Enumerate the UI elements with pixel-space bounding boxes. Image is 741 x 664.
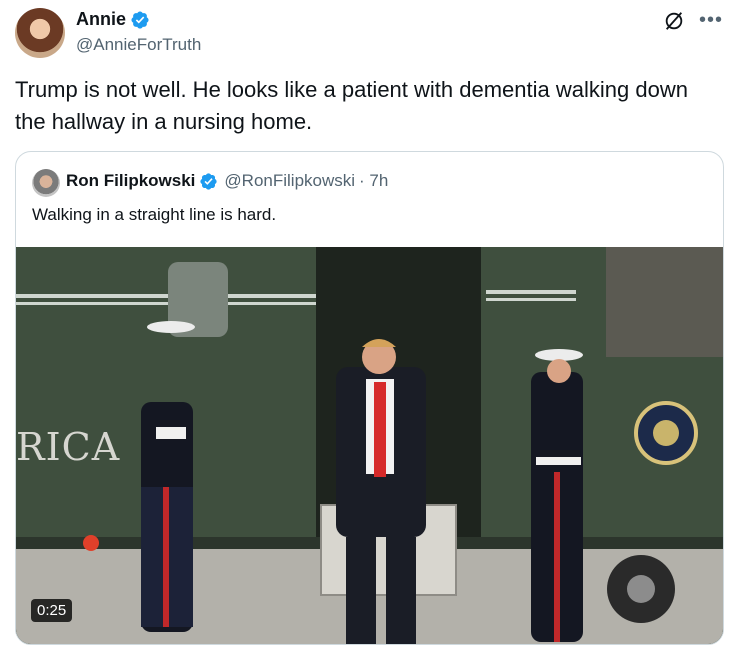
- verified-badge-icon: [131, 10, 149, 29]
- video-frame: [16, 247, 723, 644]
- author-handle[interactable]: @AnnieForTruth: [76, 35, 201, 55]
- quoted-text: Walking in a straight line is hard.: [32, 205, 277, 224]
- x-logo-icon[interactable]: [663, 10, 685, 32]
- tweet-card: Annie @AnnieForTruth ••• Trump is not we…: [0, 0, 741, 664]
- author-name[interactable]: Annie: [76, 9, 126, 30]
- more-options-icon[interactable]: •••: [699, 9, 723, 32]
- quoted-author-name[interactable]: Ron Filipkowski: [66, 171, 195, 191]
- author-name-row: Annie: [76, 9, 150, 30]
- author-avatar[interactable]: [15, 8, 65, 58]
- video-duration-badge: 0:25: [31, 599, 73, 622]
- tweet-text: Trump is not well. He looks like a patie…: [15, 77, 688, 134]
- quoted-timestamp[interactable]: · 7h: [359, 171, 388, 191]
- verified-badge-icon: [200, 172, 218, 190]
- quoted-tweet[interactable]: Ron Filipkowski @RonFilipkowski · 7h Wal…: [15, 151, 724, 645]
- quoted-author-avatar[interactable]: [32, 169, 60, 197]
- video-player[interactable]: RICA 0:25: [16, 247, 723, 644]
- helicopter-lettering: RICA: [16, 425, 121, 469]
- quoted-header: Ron Filipkowski @RonFilipkowski · 7h: [66, 171, 388, 191]
- quoted-author-handle[interactable]: @RonFilipkowski: [224, 171, 355, 191]
